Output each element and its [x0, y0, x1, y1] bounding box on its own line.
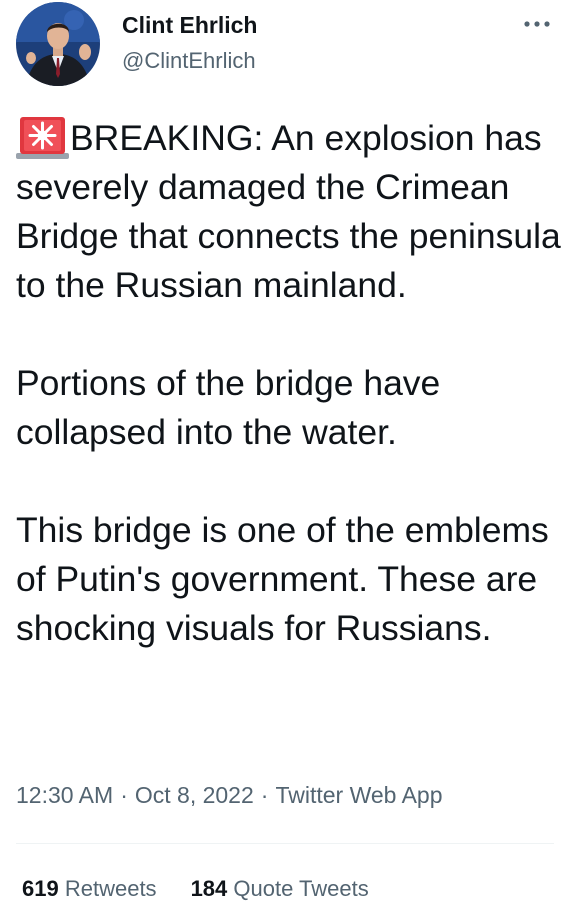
author-handle[interactable]: @ClintEhrlich	[122, 48, 256, 74]
author-avatar[interactable]	[16, 2, 100, 86]
quote-tweets-count: 184	[190, 876, 228, 901]
rotating-light-siren-icon	[16, 115, 69, 159]
tweet-paragraph: BREAKING: An explosion has severely dama…	[16, 114, 561, 310]
author-name[interactable]: Clint Ehrlich	[122, 12, 257, 39]
tweet-date[interactable]: Oct 8, 2022	[135, 782, 254, 808]
meta-separator: ·	[120, 782, 128, 808]
tweet-stats: 619 Retweets 184 Quote Tweets	[22, 876, 369, 902]
tweet-time[interactable]: 12:30 AM	[16, 782, 113, 808]
retweets-link[interactable]: 619 Retweets	[22, 876, 157, 902]
quote-tweets-link[interactable]: 184 Quote Tweets	[191, 876, 369, 902]
retweets-count: 619	[22, 876, 59, 901]
retweets-label: Retweets	[64, 876, 157, 901]
meta-separator: ·	[260, 782, 269, 808]
divider	[16, 843, 554, 844]
quote-tweets-label: Quote Tweets	[233, 876, 369, 901]
more-options-icon	[524, 21, 550, 27]
more-options-button[interactable]	[520, 10, 554, 38]
tweet-card: Clint Ehrlich @ClintEhrlich BREAKING: An…	[0, 0, 564, 922]
tweet-paragraph-text: BREAKING: An explosion has severely dama…	[16, 118, 561, 305]
avatar-photo	[16, 2, 100, 86]
tweet-paragraph: Portions of the bridge have collapsed in…	[16, 363, 441, 452]
tweet-metadata: 12:30 AM · Oct 8, 2022 · Twitter Web App	[16, 782, 443, 809]
tweet-source[interactable]: Twitter Web App	[275, 782, 442, 808]
tweet-paragraph: This bridge is one of the emblems of Put…	[16, 510, 549, 648]
tweet-text: BREAKING: An explosion has severely dama…	[16, 114, 561, 653]
